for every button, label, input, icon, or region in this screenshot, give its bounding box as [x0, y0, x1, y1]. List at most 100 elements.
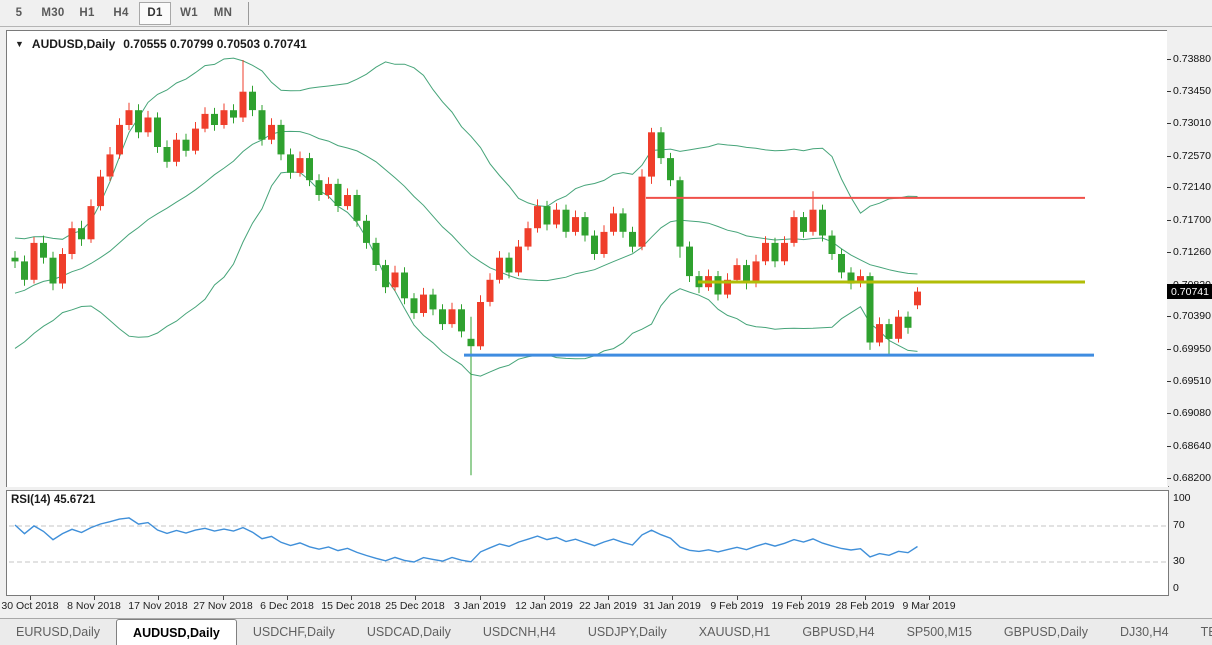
timeframe-button-m30[interactable]: M30 — [37, 2, 69, 25]
candle-body — [183, 140, 190, 151]
price-tick-label: 0.71700 — [1173, 214, 1211, 226]
candle-body — [620, 213, 627, 231]
candle-body — [838, 254, 845, 272]
price-tick-mark — [1167, 220, 1171, 221]
candle-body — [648, 132, 655, 176]
chart-tab-bar: EURUSD,DailyAUDUSD,DailyUSDCHF,DailyUSDC… — [0, 618, 1212, 645]
candle-body — [259, 110, 266, 140]
candle-body — [126, 110, 133, 125]
price-chart-pane[interactable]: ▼ AUDUSD,Daily 0.70555 0.70799 0.70503 0… — [6, 30, 1169, 488]
date-tick-label: 27 Nov 2018 — [193, 600, 253, 612]
rsi-pane[interactable]: RSI(14) 45.6721 — [6, 490, 1169, 596]
timeframe-button-5[interactable]: 5 — [3, 2, 35, 25]
date-tick-label: 8 Nov 2018 — [67, 600, 121, 612]
candle-body — [392, 273, 399, 288]
tab-usdcnh-h4[interactable]: USDCNH,H4 — [467, 619, 572, 645]
candle-body — [135, 110, 142, 132]
candle-body — [772, 243, 779, 261]
candle-body — [591, 236, 598, 254]
candle-body — [468, 339, 475, 346]
tab-sp500-m15[interactable]: SP500,M15 — [891, 619, 988, 645]
date-axis[interactable]: 30 Oct 20188 Nov 201817 Nov 201827 Nov 2… — [6, 596, 1167, 616]
candle-body — [810, 210, 817, 232]
candle-body — [164, 147, 171, 162]
candle-body — [297, 158, 304, 173]
candle-body — [430, 295, 437, 310]
candle-body — [59, 254, 66, 284]
candle-body — [677, 180, 684, 246]
timeframe-button-d1[interactable]: D1 — [139, 2, 171, 25]
candle-body — [240, 92, 247, 118]
candle-body — [525, 228, 532, 246]
candle-body — [420, 295, 427, 313]
candlestick-chart[interactable] — [7, 31, 1168, 487]
candle-body — [791, 217, 798, 243]
bollinger-middle-band — [15, 131, 918, 293]
rsi-axis: 10070300 — [1167, 490, 1212, 594]
date-tick-label: 12 Jan 2019 — [515, 600, 573, 612]
price-tick-mark — [1167, 478, 1171, 479]
date-tick-label: 15 Dec 2018 — [321, 600, 381, 612]
price-tick-mark — [1167, 187, 1171, 188]
candle-body — [487, 280, 494, 302]
price-tick-mark — [1167, 381, 1171, 382]
candle-body — [50, 258, 57, 284]
tab-usdjpy-daily[interactable]: USDJPY,Daily — [572, 619, 683, 645]
timeframe-button-w1[interactable]: W1 — [173, 2, 205, 25]
candle-body — [477, 302, 484, 346]
candle-body — [249, 92, 256, 110]
tab-xauusd-h1[interactable]: XAUUSD,H1 — [683, 619, 787, 645]
candle-body — [221, 110, 228, 125]
candle-body — [335, 184, 342, 206]
candle-body — [800, 217, 807, 232]
timeframe-button-h4[interactable]: H4 — [105, 2, 137, 25]
current-price-tag: 0.70741 — [1167, 284, 1212, 299]
price-tick-mark — [1167, 446, 1171, 447]
candle-body — [819, 210, 826, 236]
candle-body — [278, 125, 285, 154]
rsi-chart[interactable] — [7, 491, 1168, 595]
chevron-down-icon[interactable]: ▼ — [15, 39, 24, 49]
tab-dj30-h4[interactable]: DJ30,H4 — [1104, 619, 1185, 645]
tab-usdcad-daily[interactable]: USDCAD,Daily — [351, 619, 467, 645]
candle-body — [88, 206, 95, 239]
tab-audusd-daily[interactable]: AUDUSD,Daily — [116, 619, 237, 645]
rsi-scale-label: 100 — [1173, 492, 1191, 504]
tab-tech100-h1[interactable]: TECH100,H1 — [1185, 619, 1212, 645]
price-tick-label: 0.69950 — [1173, 343, 1211, 355]
candle-body — [686, 247, 693, 277]
timeframe-button-h1[interactable]: H1 — [71, 2, 103, 25]
candles-layer — [12, 60, 922, 475]
price-tick-label: 0.73450 — [1173, 85, 1211, 97]
candle-body — [553, 210, 560, 225]
tab-usdchf-daily[interactable]: USDCHF,Daily — [237, 619, 351, 645]
candle-body — [12, 258, 19, 262]
date-tick-label: 9 Mar 2019 — [902, 600, 955, 612]
price-tick-label: 0.68640 — [1173, 440, 1211, 452]
date-tick-label: 3 Jan 2019 — [454, 600, 506, 612]
tab-gbpusd-daily[interactable]: GBPUSD,Daily — [988, 619, 1104, 645]
rsi-scale-label: 70 — [1173, 519, 1185, 531]
candle-body — [306, 158, 313, 180]
price-tick-label: 0.72570 — [1173, 150, 1211, 162]
price-axis[interactable]: 0.70741 0.738800.734500.730100.725700.72… — [1167, 30, 1212, 486]
price-tick-label: 0.69510 — [1173, 375, 1211, 387]
rsi-scale-label: 30 — [1173, 555, 1185, 567]
price-tick-mark — [1167, 156, 1171, 157]
chart-title: ▼ AUDUSD,Daily 0.70555 0.70799 0.70503 0… — [15, 37, 307, 51]
candle-body — [667, 158, 674, 180]
date-tick-label: 28 Feb 2019 — [836, 600, 895, 612]
candle-body — [867, 276, 874, 342]
timeframe-button-mn[interactable]: MN — [207, 2, 239, 25]
price-tick-mark — [1167, 59, 1171, 60]
date-tick-label: 22 Jan 2019 — [579, 600, 637, 612]
candle-body — [316, 180, 323, 195]
candle-body — [40, 243, 47, 258]
candle-body — [582, 217, 589, 235]
candle-body — [211, 114, 218, 125]
candle-body — [534, 206, 541, 228]
price-tick-mark — [1167, 252, 1171, 253]
tab-gbpusd-h4[interactable]: GBPUSD,H4 — [786, 619, 890, 645]
rsi-indicator-label: RSI(14) 45.6721 — [11, 494, 95, 506]
tab-eurusd-daily[interactable]: EURUSD,Daily — [0, 619, 116, 645]
